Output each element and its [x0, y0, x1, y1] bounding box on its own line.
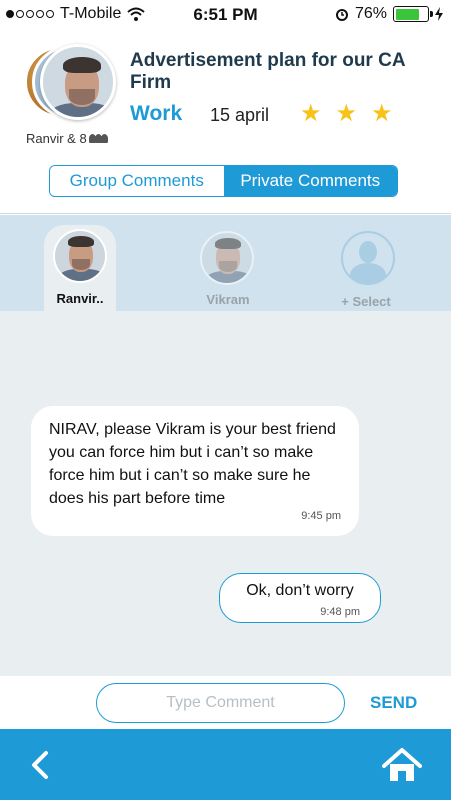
back-arrow-icon[interactable] [26, 749, 56, 781]
outgoing-message: Ok, don’t worry 9:48 pm [219, 573, 381, 623]
message-text: NIRAV, please Vikram is your best friend… [49, 421, 336, 507]
comment-composer: SEND [0, 676, 451, 729]
participant-name[interactable]: Ranvir.. [35, 291, 125, 306]
members-label[interactable]: Ranvir & 8 [26, 131, 108, 146]
task-header: Ranvir & 8 Advertisement plan for our CA… [0, 28, 451, 214]
bottom-nav-bar [0, 729, 451, 800]
task-title: Advertisement plan for our CA Firm [130, 50, 405, 93]
send-button[interactable]: SEND [370, 693, 417, 713]
private-comments-tab[interactable]: Private Comments [223, 166, 397, 196]
message-text: Ok, don’t worry [246, 582, 354, 599]
task-date: 15 april [210, 105, 270, 125]
battery-icon [393, 6, 433, 22]
status-right: 76% [335, 5, 443, 23]
avatar [40, 44, 116, 120]
participant-avatar-vikram[interactable] [200, 231, 254, 285]
rating-stars: ★ ★ ★ [300, 100, 393, 128]
comments-segmented-control: Group Comments Private Comments [49, 165, 398, 197]
star-icon: ★ [300, 100, 322, 127]
home-icon[interactable] [381, 746, 423, 784]
participant-name[interactable]: Vikram [183, 292, 273, 307]
message-time: 9:45 pm [301, 510, 341, 522]
comment-input[interactable] [96, 683, 345, 723]
people-icon [88, 134, 108, 143]
message-time: 9:48 pm [320, 606, 360, 618]
group-comments-tab[interactable]: Group Comments [50, 166, 224, 196]
chat-area[interactable]: NIRAV, please Vikram is your best friend… [0, 311, 451, 676]
charging-bolt-icon [435, 7, 443, 21]
incoming-message: NIRAV, please Vikram is your best friend… [31, 406, 359, 536]
star-icon: ★ [335, 100, 358, 127]
status-bar: T-Mobile 6:51 PM 76% [0, 0, 451, 28]
participant-avatar-ranvir[interactable] [53, 229, 107, 283]
select-participant-icon[interactable] [341, 231, 395, 285]
battery-percentage: 76% [354, 5, 387, 22]
alarm-clock-icon [335, 9, 348, 21]
select-participant-button[interactable]: + Select [321, 294, 411, 309]
star-icon: ★ [371, 100, 393, 127]
group-avatars[interactable] [24, 44, 120, 124]
category-label: Work [130, 102, 183, 125]
participants-strip: Ranvir.. Vikram + Select [0, 215, 451, 311]
